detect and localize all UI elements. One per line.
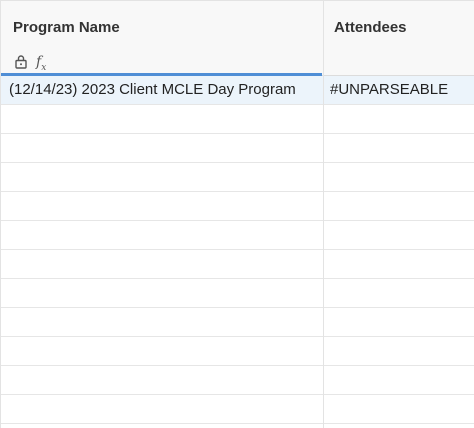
table-row[interactable]: [1, 105, 474, 134]
table-row[interactable]: [1, 221, 474, 250]
column-header-program-name[interactable]: Program Name: [13, 19, 120, 36]
column-header-row: Program Name Attendees fx: [1, 1, 474, 76]
table-row[interactable]: [1, 337, 474, 366]
table-row[interactable]: (12/14/23) 2023 Client MCLE Day Program …: [1, 76, 474, 105]
column-divider[interactable]: [323, 1, 324, 428]
lock-icon: [14, 54, 28, 74]
column-header-attendees[interactable]: Attendees: [334, 19, 407, 36]
cell-program-name[interactable]: (12/14/23) 2023 Client MCLE Day Program: [9, 76, 319, 104]
table-row[interactable]: [1, 366, 474, 395]
formula-icon: fx: [36, 54, 47, 73]
table-row[interactable]: [1, 308, 474, 337]
table-row[interactable]: [1, 279, 474, 308]
spreadsheet-grid: Program Name Attendees fx (12/14/23) 202…: [0, 0, 474, 428]
table-row[interactable]: [1, 250, 474, 279]
table-row[interactable]: [1, 192, 474, 221]
column-header-icons: fx: [14, 54, 46, 74]
table-row[interactable]: [1, 163, 474, 192]
table-row[interactable]: [1, 395, 474, 424]
table-row[interactable]: [1, 134, 474, 163]
cell-attendees[interactable]: #UNPARSEABLE: [330, 76, 470, 104]
